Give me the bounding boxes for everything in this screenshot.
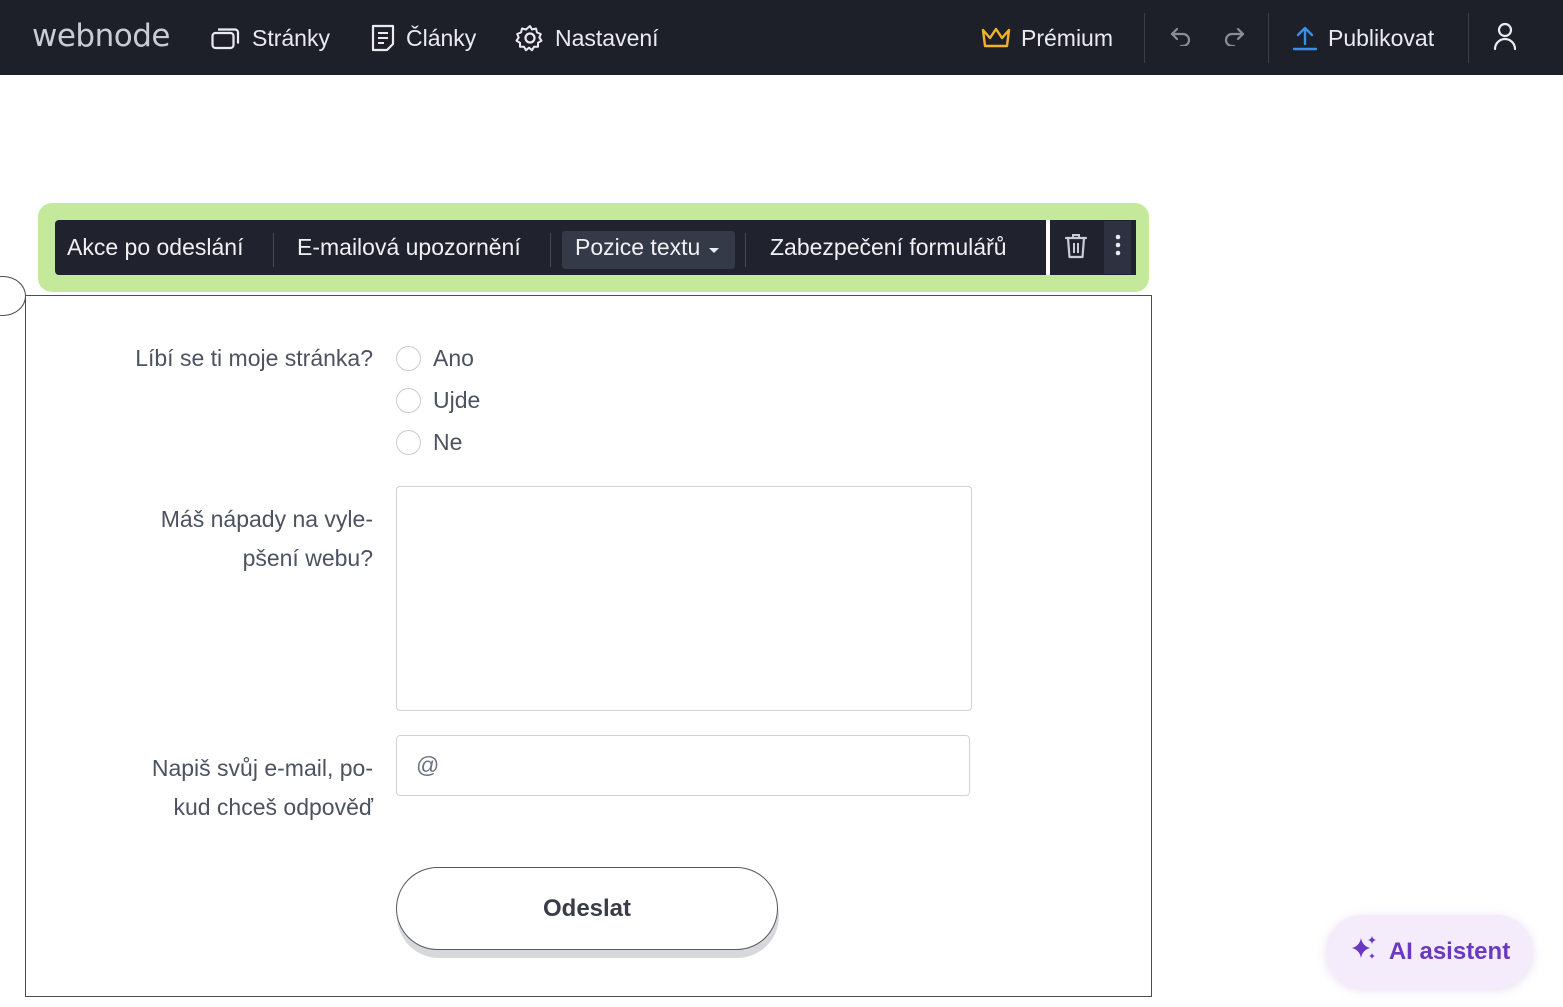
publish-label: Publikovat — [1328, 24, 1435, 51]
publish-button[interactable]: Publikovat — [1292, 22, 1434, 54]
question-label: Máš nápady na vyle- pšení webu? — [161, 500, 373, 578]
premium-label: Prémium — [1021, 24, 1114, 51]
top-bar: webnode Stránky Články Nastavení Prémium — [0, 0, 1563, 75]
toolbar-form-security[interactable]: Zabezpečení formulářů — [770, 220, 1007, 275]
webnode-logo[interactable]: webnode — [32, 18, 170, 54]
nav-settings-label: Nastavení — [555, 24, 659, 51]
more-options-button[interactable] — [1104, 221, 1131, 274]
divider — [1144, 13, 1145, 63]
sparkle-icon — [1349, 934, 1379, 969]
text-position-label: Pozice textu — [575, 234, 701, 260]
radio-label: Ujde — [433, 386, 481, 413]
divider — [1468, 13, 1469, 63]
divider — [273, 233, 274, 267]
crown-icon — [981, 26, 1011, 50]
trash-icon — [1064, 232, 1088, 265]
toolbar-email-notifications[interactable]: E-mailová upozornění — [297, 220, 521, 275]
toolbar-action-after-submit[interactable]: Akce po odeslání — [67, 220, 243, 275]
premium-button[interactable]: Prémium — [981, 22, 1113, 54]
radio-button[interactable] — [396, 429, 421, 455]
upload-icon — [1292, 25, 1318, 51]
nav-articles-label: Články — [406, 24, 477, 51]
toolbar-text-position[interactable]: Pozice textu — [575, 220, 720, 275]
user-icon — [1492, 21, 1518, 56]
redo-button[interactable] — [1220, 24, 1248, 52]
pages-icon — [211, 25, 242, 51]
nav-settings[interactable]: Nastavení — [515, 22, 659, 54]
nav-pages[interactable]: Stránky — [211, 22, 330, 54]
nav-articles[interactable]: Články — [370, 22, 476, 54]
redo-icon — [1222, 26, 1246, 51]
radio-label: Ano — [433, 344, 474, 371]
block-resize-handle[interactable] — [0, 276, 26, 316]
nav-pages-label: Stránky — [252, 24, 330, 51]
account-button[interactable] — [1491, 22, 1519, 52]
question-label: Líbí se ti moje stránka? — [135, 345, 373, 371]
label-line: kud chceš odpověď — [173, 794, 373, 820]
radio-button[interactable] — [396, 345, 421, 371]
label-line: Máš nápady na vyle- — [160, 506, 373, 532]
ideas-textarea[interactable] — [396, 486, 972, 711]
submit-button[interactable]: Odeslat — [396, 867, 778, 950]
label-line: Napiš svůj e-mail, po- — [151, 755, 373, 781]
undo-icon — [1169, 26, 1193, 51]
divider — [745, 233, 746, 267]
email-field[interactable]: @ — [396, 735, 970, 796]
radio-label: Ne — [433, 428, 463, 455]
radio-button[interactable] — [396, 387, 421, 413]
articles-icon — [370, 24, 396, 52]
radio-option-no[interactable]: Ne — [396, 427, 462, 457]
divider — [550, 233, 551, 267]
radio-option-okay[interactable]: Ujde — [396, 385, 480, 415]
ai-assistant-button[interactable]: AI asistent — [1326, 915, 1533, 988]
ai-assistant-label: AI asistent — [1388, 937, 1511, 965]
label-line: pšení webu? — [242, 545, 373, 571]
delete-button[interactable] — [1062, 232, 1090, 265]
question-label: Napiš svůj e-mail, po- kud chceš odpověď — [152, 749, 373, 827]
gear-icon — [515, 23, 545, 53]
caret-down-icon — [708, 234, 720, 261]
more-vertical-icon — [1115, 234, 1121, 261]
undo-button[interactable] — [1167, 24, 1195, 52]
divider — [1268, 13, 1269, 63]
radio-option-yes[interactable]: Ano — [396, 343, 474, 373]
